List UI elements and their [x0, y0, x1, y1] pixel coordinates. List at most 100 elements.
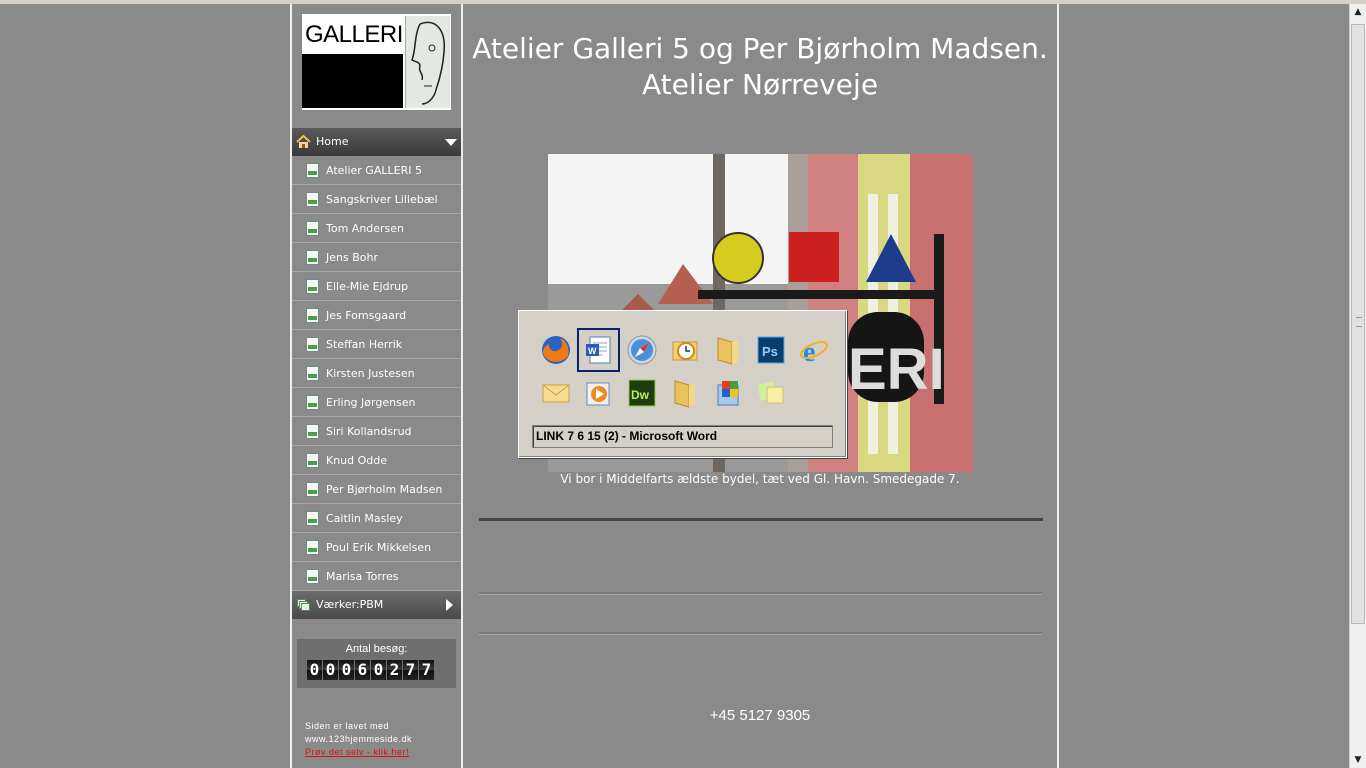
logo-black-block [302, 54, 403, 108]
nav-item-per-bjorholm-madsen[interactable]: Per Bjørholm Madsen [292, 475, 461, 504]
divider-thin [479, 592, 1042, 595]
svg-text:W: W [588, 346, 597, 356]
logo-face-drawing [405, 16, 450, 108]
counter-digit: 0 [307, 660, 322, 680]
counter-label: Antal besøg: [345, 643, 408, 655]
mail-icon[interactable] [534, 371, 577, 415]
nav-home[interactable]: Home [292, 128, 461, 156]
nav-item-label: Jes Fomsgaard [326, 309, 407, 322]
nav-item-label: Poul Erik Mikkelsen [326, 541, 432, 554]
nav-item-erling-jorgensen[interactable]: Erling Jørgensen [292, 388, 461, 417]
outlook-icon[interactable] [663, 328, 706, 372]
sidebar-divider [461, 4, 463, 768]
title-line-1: Atelier Galleri 5 og Per Bjørholm Madsen… [472, 32, 1048, 65]
nav-item-elle-mie-ejdrup[interactable]: Elle-Mie Ejdrup [292, 272, 461, 301]
nav-item-marisa-torres[interactable]: Marisa Torres [292, 562, 461, 591]
nav-item-label: Atelier GALLERI 5 [326, 164, 422, 177]
svg-text:Ps: Ps [762, 344, 778, 359]
nav-items-list: Atelier GALLERI 5 Sangskriver Lillebæl T… [292, 156, 461, 591]
page-icon [306, 482, 319, 497]
nav-item-label: Jens Bohr [326, 251, 378, 264]
nav-item-caitlin-masley[interactable]: Caitlin Masley [292, 504, 461, 533]
scroll-down-icon[interactable]: ▼ [1350, 752, 1366, 768]
internet-explorer-icon[interactable]: e [792, 328, 835, 372]
page-icon [306, 424, 319, 439]
counter-digit: 2 [387, 660, 402, 680]
page-icon [306, 192, 319, 207]
sticky-notes-icon[interactable] [749, 371, 792, 415]
made-with-line: Siden er lavet med [305, 721, 390, 731]
switcher-row: W Ps e [534, 328, 835, 372]
page-icon [306, 337, 319, 352]
safari-icon[interactable] [620, 328, 663, 372]
sign-text: ERI [848, 337, 945, 402]
sidebar-nav: Home Atelier GALLERI 5 Sangskriver Lille… [292, 128, 461, 619]
page-icon [306, 569, 319, 584]
nav-item-siri-kollandsrud[interactable]: Siri Kollandsrud [292, 417, 461, 446]
svg-text:e: e [803, 337, 815, 366]
switcher-window-title: LINK 7 6 15 (2) - Microsoft Word [532, 425, 833, 448]
face-sketch-icon [411, 21, 445, 105]
nav-item-steffan-herrik[interactable]: Steffan Herrik [292, 330, 461, 359]
nav-item-label: Tom Andersen [326, 222, 405, 235]
photoshop-icon[interactable]: Ps [749, 328, 792, 372]
page-icon [306, 453, 319, 468]
nav-item-jes-fomsgaard[interactable]: Jes Fomsgaard [292, 301, 461, 330]
dreamweaver-icon[interactable]: Dw [620, 371, 663, 415]
chevron-down-icon[interactable] [445, 139, 457, 146]
nav-item-sangskriver-lillebael[interactable]: Sangskriver Lillebæl [292, 185, 461, 214]
made-with-notice: Siden er lavet med www.123hjemmeside.dk … [305, 720, 412, 759]
page-icon [306, 279, 319, 294]
nav-item-label: Kirsten Justesen [326, 367, 415, 380]
site-logo[interactable]: GALLERI 5 [302, 14, 451, 110]
page-title: Atelier Galleri 5 og Per Bjørholm Madsen… [464, 31, 1056, 103]
nav-item-label: Sangskriver Lillebæl [326, 193, 438, 206]
word-document-icon[interactable]: W [577, 328, 620, 372]
folder-icon[interactable] [706, 328, 749, 372]
page-icon [306, 221, 319, 236]
folder-icon[interactable] [663, 371, 706, 415]
nav-item-jens-bohr[interactable]: Jens Bohr [292, 243, 461, 272]
nav-item-label: Marisa Torres [326, 570, 399, 583]
nav-works-pbm[interactable]: Værker:PBM [292, 591, 461, 619]
page-icon [306, 366, 319, 381]
photo-caption: Vi bor i Middelfarts ældste bydel, tæt v… [560, 472, 960, 486]
media-player-icon[interactable] [577, 371, 620, 415]
windows-explorer-icon[interactable] [706, 371, 749, 415]
nav-item-label: Knud Odde [326, 454, 388, 467]
pages-stack-icon [297, 599, 310, 611]
nav-item-label: Siri Kollandsrud [326, 425, 412, 438]
page-icon [306, 308, 319, 323]
title-line-2: Atelier Nørreveje [641, 68, 879, 101]
nav-item-knud-odde[interactable]: Knud Odde [292, 446, 461, 475]
visitor-counter: Antal besøg: 0 0 0 6 0 2 7 7 [297, 639, 456, 688]
nav-item-poul-erik-mikkelsen[interactable]: Poul Erik Mikkelsen [292, 533, 461, 562]
try-it-link[interactable]: Prøv det selv - klik her! [305, 746, 412, 759]
chevron-right-icon[interactable] [446, 599, 453, 611]
nav-home-label: Home [316, 135, 349, 148]
counter-digit: 6 [355, 660, 370, 680]
svg-text:Dw: Dw [631, 388, 650, 402]
phone-number: +45 5127 9305 [709, 707, 811, 724]
page-icon [306, 395, 319, 410]
page-scrollbar[interactable]: ▲ ▼ [1349, 4, 1366, 768]
switcher-row: Dw [534, 371, 792, 415]
scroll-up-icon[interactable]: ▲ [1350, 4, 1366, 20]
made-with-site[interactable]: www.123hjemmeside.dk [305, 733, 412, 746]
scrollbar-thumb[interactable] [1351, 24, 1365, 624]
counter-digits: 0 0 0 6 0 2 7 7 [307, 660, 434, 680]
page-icon [306, 511, 319, 526]
firefox-icon[interactable] [534, 328, 577, 372]
nav-item-kirsten-justesen[interactable]: Kirsten Justesen [292, 359, 461, 388]
nav-item-tom-andersen[interactable]: Tom Andersen [292, 214, 461, 243]
page-icon [306, 540, 319, 555]
divider-thin [479, 632, 1042, 635]
alt-tab-switcher: W Ps e Dw LINK 7 6 15 (2) - Microsoft Wo… [518, 310, 847, 458]
nav-item-label: Steffan Herrik [326, 338, 403, 351]
counter-digit: 7 [419, 660, 434, 680]
page-icon [306, 250, 319, 265]
nav-item-atelier-galleri-5[interactable]: Atelier GALLERI 5 [292, 156, 461, 185]
nav-item-label: Per Bjørholm Madsen [326, 483, 443, 496]
nav-item-label: Erling Jørgensen [326, 396, 416, 409]
counter-digit: 0 [323, 660, 338, 680]
